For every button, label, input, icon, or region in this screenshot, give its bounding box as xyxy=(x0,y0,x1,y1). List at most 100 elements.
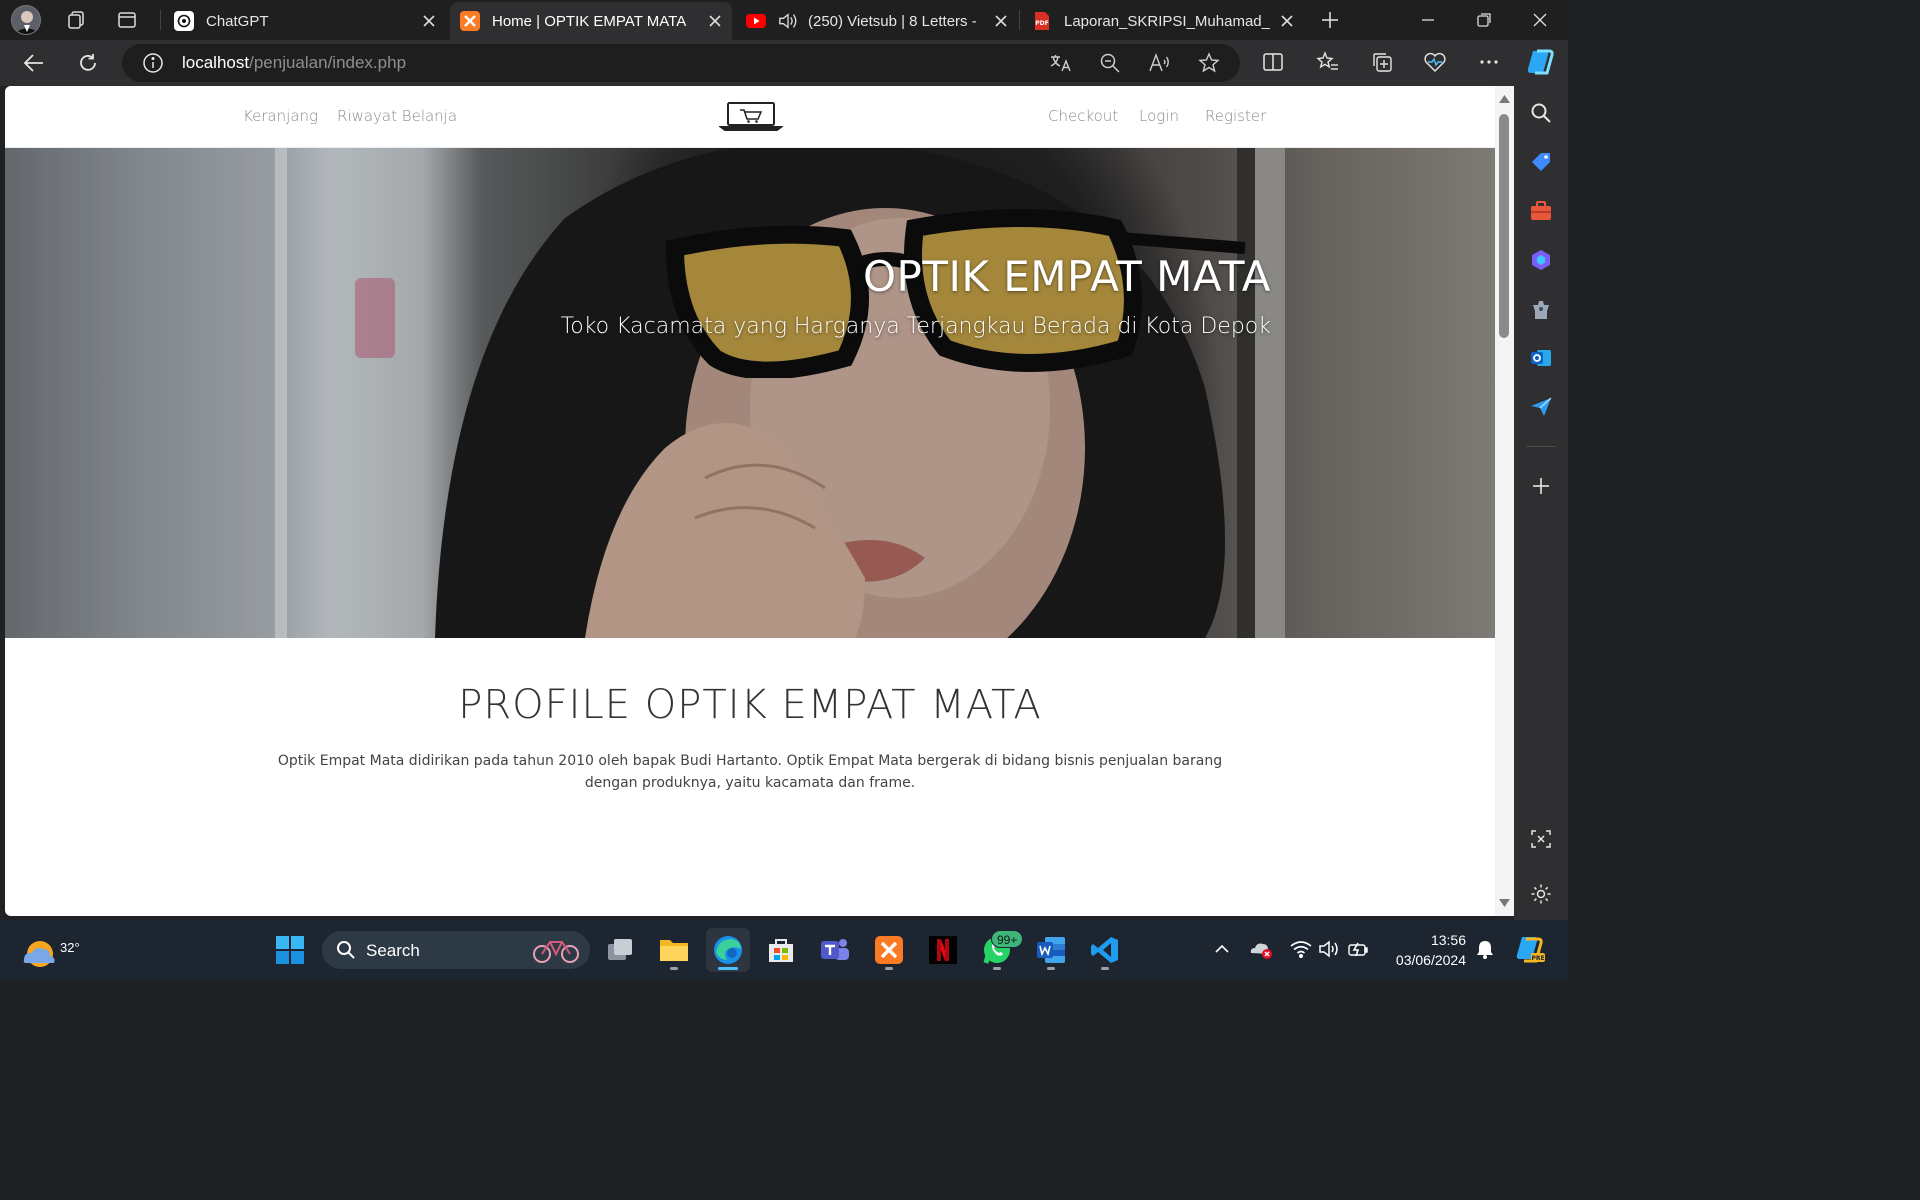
cart-logo-icon[interactable] xyxy=(719,100,783,132)
task-view-button[interactable] xyxy=(598,928,642,972)
favorite-star-icon[interactable] xyxy=(1194,48,1224,78)
nav-link-riwayat-belanja[interactable]: Riwayat Belanja xyxy=(337,107,457,125)
profile-heading: PROFILE OPTIK EMPAT MATA xyxy=(458,682,1042,728)
translate-icon[interactable] xyxy=(1046,48,1076,78)
zoom-out-icon[interactable] xyxy=(1095,48,1125,78)
notification-bell-icon[interactable] xyxy=(1472,936,1498,962)
weather-widget[interactable]: 32° xyxy=(20,928,80,972)
tab-title: ChatGPT xyxy=(206,12,269,30)
tab-chatgpt[interactable]: ChatGPT xyxy=(164,2,446,40)
url-host: localhost xyxy=(182,53,250,72)
tab-title: Home | OPTIK EMPAT MATA xyxy=(492,12,687,30)
new-tab-button[interactable] xyxy=(1314,4,1346,36)
running-indicator xyxy=(1047,967,1055,970)
taskbar-edge[interactable] xyxy=(706,928,750,972)
show-hidden-icons-chevron-icon[interactable] xyxy=(1209,936,1235,962)
word-icon xyxy=(1037,937,1065,963)
nav-link-checkout[interactable]: Checkout xyxy=(1048,107,1118,125)
volume-icon[interactable] xyxy=(1316,936,1342,962)
xampp-icon xyxy=(460,11,480,31)
copilot-icon[interactable] xyxy=(1523,45,1557,79)
add-sidebar-app-icon[interactable] xyxy=(1526,471,1556,501)
teams-icon xyxy=(821,939,849,960)
taskbar-word[interactable] xyxy=(1029,928,1073,972)
minimize-button[interactable] xyxy=(1400,0,1456,40)
collections-icon[interactable] xyxy=(1365,45,1399,79)
running-indicator xyxy=(885,967,893,970)
outlook-icon[interactable] xyxy=(1526,343,1556,373)
nav-link-keranjang[interactable]: Keranjang xyxy=(243,107,318,125)
close-icon[interactable] xyxy=(1278,12,1296,30)
nav-link-register[interactable]: Register xyxy=(1205,107,1266,125)
screenshot-icon[interactable] xyxy=(1526,824,1556,854)
sidebar-settings-gear-icon[interactable] xyxy=(1526,879,1556,909)
whatsapp-notification-badge: 99+ xyxy=(991,930,1024,948)
tools-icon[interactable] xyxy=(1526,196,1556,226)
profile-avatar-button[interactable] xyxy=(10,4,42,36)
search-icon xyxy=(337,941,355,959)
profile-description: Optik Empat Mata didirikan pada tahun 20… xyxy=(277,753,1223,791)
start-button[interactable] xyxy=(268,928,312,972)
onedrive-error-icon[interactable] xyxy=(1248,936,1274,962)
close-window-button[interactable] xyxy=(1512,0,1568,40)
taskbar-netflix[interactable] xyxy=(921,928,965,972)
scrollbar-thumb[interactable] xyxy=(1499,114,1509,338)
taskbar-search[interactable]: Search xyxy=(322,931,590,969)
clock[interactable]: 13:56 03/06/2024 xyxy=(1384,930,1466,970)
wifi-icon[interactable] xyxy=(1288,936,1314,962)
xampp-icon xyxy=(875,936,903,964)
reload-button[interactable] xyxy=(71,46,105,80)
back-button[interactable] xyxy=(17,46,51,80)
copilot-sidebar-icon[interactable] xyxy=(1526,245,1556,275)
task-view-icon xyxy=(608,939,632,960)
site-info-icon[interactable] xyxy=(138,48,168,78)
nav-link-login[interactable]: Login xyxy=(1139,107,1179,125)
page-scrollbar[interactable] xyxy=(1495,86,1514,916)
send-drop-icon[interactable] xyxy=(1526,392,1556,422)
taskbar-store[interactable] xyxy=(759,928,803,972)
tab-youtube[interactable]: (250) Vietsub | 8 Letters - W xyxy=(736,2,1018,40)
svg-text:PDF: PDF xyxy=(1035,20,1048,27)
bicycle-highlight-icon xyxy=(533,941,579,963)
clock-date: 03/06/2024 xyxy=(1395,952,1466,968)
netflix-icon xyxy=(929,936,957,964)
split-screen-icon[interactable] xyxy=(1256,45,1290,79)
sidebar-search-icon[interactable] xyxy=(1526,98,1556,128)
taskbar-teams[interactable] xyxy=(813,928,857,972)
close-icon[interactable] xyxy=(420,12,438,30)
running-indicator xyxy=(1101,967,1109,970)
battery-charging-icon[interactable] xyxy=(1346,936,1372,962)
taskbar-xampp[interactable] xyxy=(867,928,911,972)
weather-temperature: 32° xyxy=(60,940,80,955)
shopping-tag-icon[interactable] xyxy=(1526,147,1556,177)
taskbar-file-explorer[interactable] xyxy=(652,928,696,972)
folder-icon xyxy=(660,940,688,961)
vertical-tabs-icon[interactable] xyxy=(111,4,143,36)
scroll-up-arrow-icon[interactable] xyxy=(1499,94,1510,104)
url-path: /penjualan/index.php xyxy=(249,53,407,72)
restore-button[interactable] xyxy=(1456,0,1512,40)
settings-more-icon[interactable] xyxy=(1472,45,1506,79)
close-icon[interactable] xyxy=(992,12,1010,30)
scroll-down-arrow-icon[interactable] xyxy=(1499,898,1510,908)
windows-logo-icon xyxy=(276,936,304,964)
taskbar-vscode[interactable] xyxy=(1083,928,1127,972)
games-icon[interactable] xyxy=(1526,294,1556,324)
audio-playing-icon[interactable] xyxy=(778,11,798,31)
read-aloud-icon[interactable] xyxy=(1145,48,1175,78)
chatgpt-icon xyxy=(174,11,194,31)
copilot-taskbar-icon[interactable]: PRE xyxy=(1514,934,1546,964)
svg-text:PRE: PRE xyxy=(1531,955,1544,962)
tab-optik-home[interactable]: Home | OPTIK EMPAT MATA xyxy=(450,2,732,40)
site-navbar: Keranjang Riwayat Belanja Checkout Login… xyxy=(5,86,1495,148)
workspaces-icon[interactable] xyxy=(60,4,92,36)
browser-essentials-icon[interactable] xyxy=(1418,45,1452,79)
pdf-icon: PDF xyxy=(1032,11,1052,31)
favorites-icon[interactable] xyxy=(1311,45,1345,79)
tab-pdf-laporan[interactable]: PDF Laporan_SKRIPSI_Muhamad_Al xyxy=(1022,2,1304,40)
tab-strip: ChatGPT Home | OPTIK EMPAT MATA (250) Vi… xyxy=(0,0,1568,40)
close-icon[interactable] xyxy=(706,12,724,30)
url-text[interactable]: localhost/penjualan/index.php xyxy=(182,53,406,73)
edge-sidebar xyxy=(1514,86,1568,920)
address-bar[interactable]: localhost/penjualan/index.php xyxy=(122,44,1240,82)
